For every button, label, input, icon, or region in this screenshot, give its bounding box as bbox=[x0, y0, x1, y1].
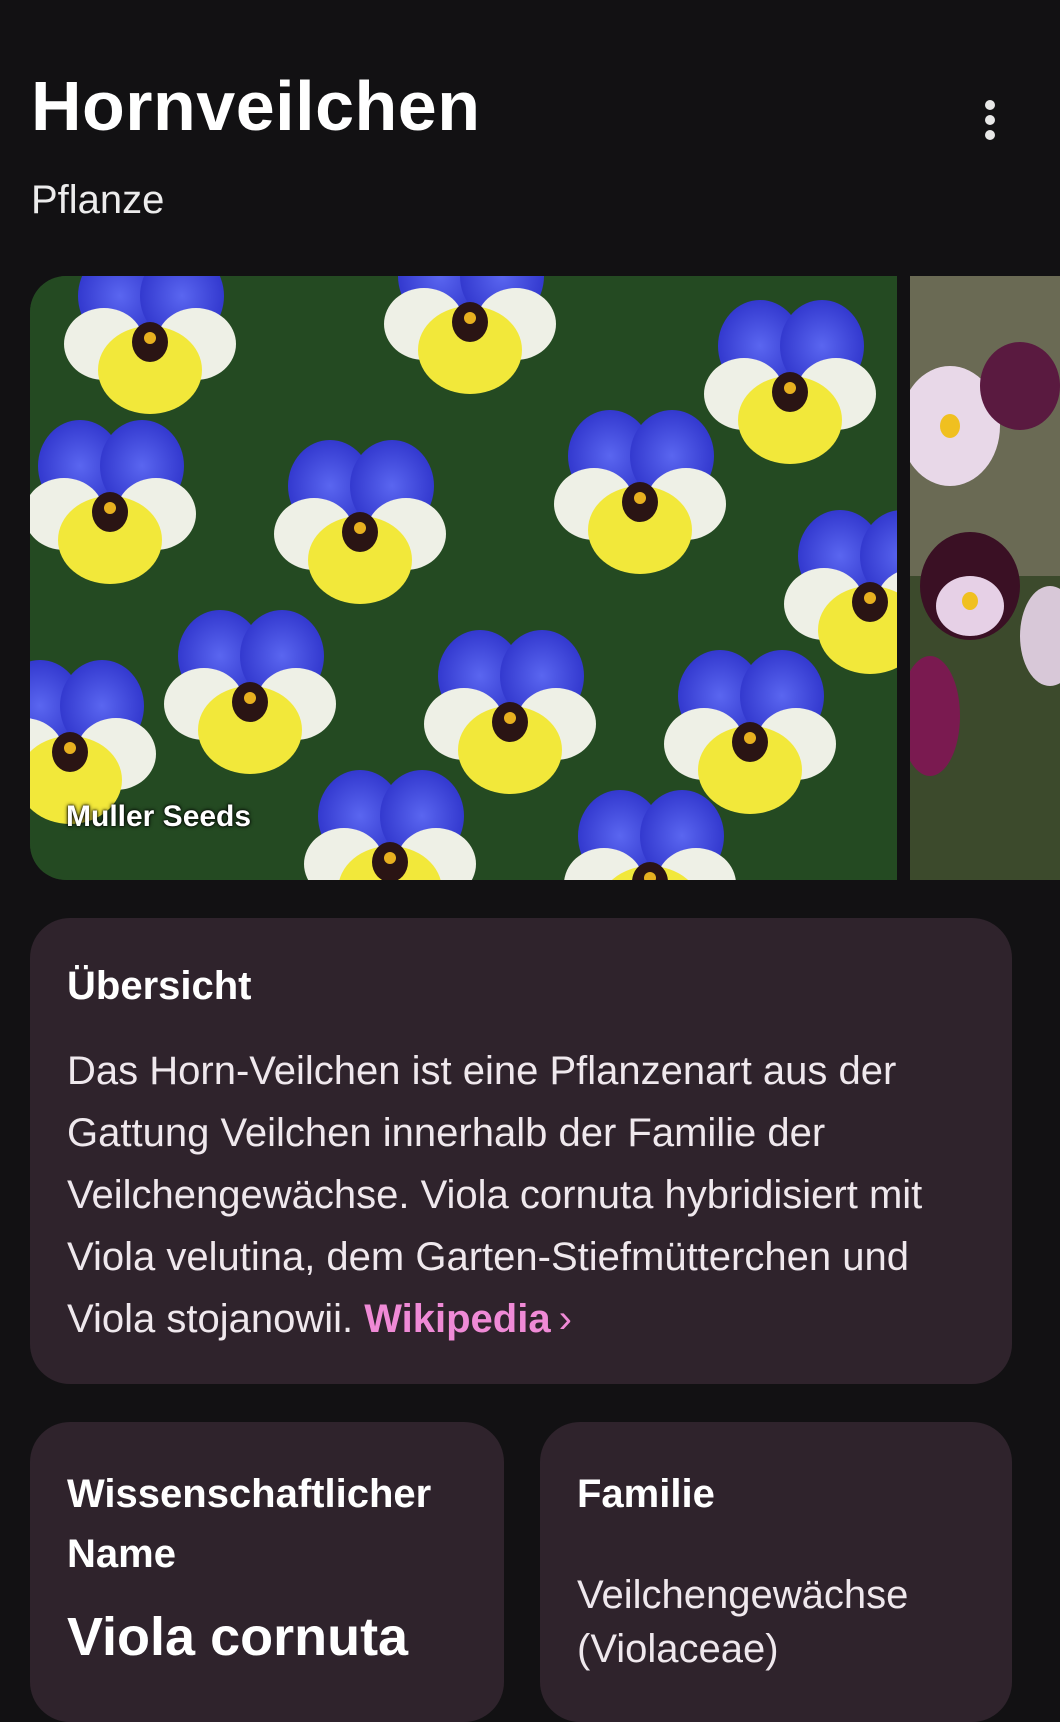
wikipedia-link[interactable]: Wikipedia › bbox=[364, 1297, 572, 1341]
chevron-right-icon: › bbox=[558, 1297, 572, 1341]
pansy-photo-main[interactable]: Muller Seeds bbox=[30, 276, 897, 880]
family-value: Veilchengewächse (Violaceae) bbox=[577, 1573, 909, 1671]
scientific-name-card: Wissenschaftlicher Name Viola cornuta bbox=[30, 1422, 504, 1722]
purple-pansy-image bbox=[910, 276, 1060, 880]
family-label: Familie bbox=[577, 1472, 715, 1516]
page-subtitle: Pflanze bbox=[31, 178, 165, 222]
pansy-photo-secondary[interactable] bbox=[910, 276, 1060, 880]
image-carousel[interactable]: Muller Seeds bbox=[30, 276, 1060, 880]
more-vert-icon[interactable] bbox=[970, 96, 1010, 144]
family-card: Familie Veilchengewächse (Violaceae) bbox=[540, 1422, 1012, 1722]
pansy-flowers-image bbox=[30, 276, 897, 880]
image-source-caption: Muller Seeds bbox=[66, 800, 252, 833]
scientific-name-value: Viola cornuta bbox=[67, 1607, 409, 1667]
page-title: Hornveilchen bbox=[31, 67, 481, 145]
overview-text-block: Das Horn-Veilchen ist eine Pflanzenart a… bbox=[67, 1040, 982, 1350]
overview-title: Übersicht bbox=[67, 964, 252, 1008]
wikipedia-link-label[interactable]: Wikipedia bbox=[364, 1297, 550, 1341]
scientific-name-label: Wissenschaftlicher Name bbox=[67, 1472, 432, 1576]
